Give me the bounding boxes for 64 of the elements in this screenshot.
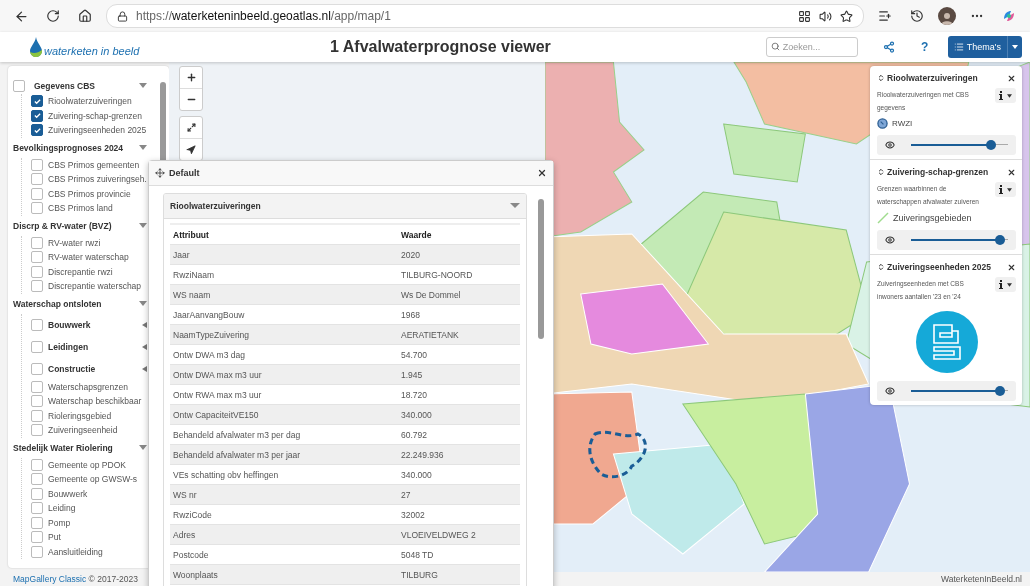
layer-title: Rioolwaterzuiveringen [887,73,979,83]
layer-label[interactable]: Bouwwerk [48,488,147,499]
layer-label[interactable]: CBS Primos provincie [48,188,147,199]
footer-link[interactable]: MapGallery Classic [13,574,87,584]
table-cell: NaamTypeZuivering [170,325,398,345]
table-cell: 27 [398,485,520,505]
table-cell: 340.000 [398,405,520,425]
layer-label[interactable]: Bouwwerk [48,319,136,330]
table-cell: 1.945 [398,365,520,385]
table-cell: WS naam [170,285,398,305]
legend-label: RWZI [892,119,913,128]
layer-label[interactable]: Aansluitleiding [48,546,147,557]
layer-label[interactable]: CBS Primos zuiveringseh. [48,174,147,185]
layer-label[interactable]: RV-water waterschap [48,252,147,263]
layer-label[interactable]: Discrepantie waterschap [48,281,147,292]
logo-text: waterketen in beeld [44,45,140,57]
table-cell: VLOEIVELDWEG 2 [398,525,520,545]
group-title[interactable]: Gegevens CBS [34,81,134,91]
table-cell: TILBURG [398,565,520,585]
search-field[interactable]: Zoeken... [765,37,858,57]
table-cell: 22.249.936 [398,445,520,465]
layer-label[interactable]: Waterschap beschikbaar [48,396,147,407]
table-cell: WS nr [170,485,398,505]
layer-title: Zuivering-schap-grenzen [887,167,990,177]
layer-label[interactable]: Put [48,532,147,543]
group-title[interactable]: Waterschap ontsloten [13,298,134,309]
layer-label[interactable]: Rioolwaterzuiveringen [48,96,147,107]
table-cell: Ontw CapaciteitVE150 [170,405,398,425]
layer-label[interactable]: Pomp [48,517,147,528]
section-title[interactable]: Rioolwaterzuiveringen [170,201,261,211]
help-button[interactable]: ? [911,40,938,54]
table-cell: Ws De Dommel [398,285,520,305]
layer-label[interactable]: Gemeente op GWSW-s [48,474,147,485]
table-cell: AERATIETANK [398,325,520,345]
layer-label[interactable]: Zuivering-schap-grenzen [48,110,147,121]
themes-button[interactable]: Thema's [947,36,1022,58]
layer-label[interactable]: Constructie [48,363,136,374]
table-cell: Woonplaats [170,565,398,585]
group-title[interactable]: Bevolkingsprognoses 2024 [13,142,134,153]
group-title[interactable]: Stedelijk Water Riolering [13,442,134,453]
layer-label[interactable]: Leidingen [48,341,136,352]
layer-label[interactable]: Rioleringsgebied [48,410,147,421]
layer-label[interactable]: Zuiveringseenheden 2025 [48,125,147,136]
layer-label[interactable]: Zuiveringseenheid [48,425,147,436]
app-title: 1 Afvalwaterprognose viewer [330,38,552,56]
layer-label[interactable]: Gemeente op PDOK [48,459,147,470]
layer-label[interactable]: RV-water rwzi [48,237,147,248]
layer-label[interactable]: CBS Primos gemeenten [48,159,147,170]
layer-label[interactable]: Leiding [48,503,147,514]
address-field[interactable]: https://waterketeninbeeld.geoatlas.nl/app/map/1 [106,4,864,28]
site-name: WaterketenInBeeld.nl [941,574,1022,584]
layer-title: Zuiveringseenheden 2025 [887,262,992,272]
table-cell: Adres [170,525,398,545]
layer-label[interactable]: CBS Primos land [48,203,147,214]
table-cell: 2020 [398,245,520,265]
copyright-text: © 2017-2023 [88,574,138,584]
legend-label: Zuiveringsgebieden [893,213,972,223]
table-cell: Ontw DWA max m3 uur [170,365,398,385]
layer-label[interactable]: Discrepantie rwzi [48,266,147,277]
table-cell: Jaar [170,245,398,265]
dialog-title: Default [169,168,201,178]
group-title[interactable]: Discrp & RV-water (BVZ) [13,220,134,231]
layer-label[interactable]: Waterschapsgrenzen [48,381,147,392]
table-cell: Behandeld afvalwater m3 per jaar [170,445,398,465]
